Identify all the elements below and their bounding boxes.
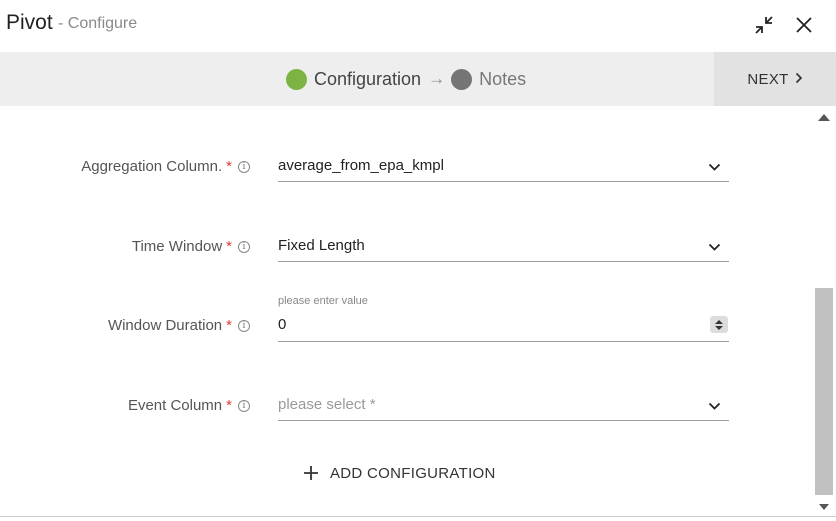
time-window-label: Time Window <box>131 238 223 255</box>
time-window-row: Time Window * i Fixed Length <box>0 216 812 276</box>
aggregation-column-label-group: Aggregation Column. * i <box>81 158 250 175</box>
scroll-down-arrow-icon[interactable] <box>819 504 829 510</box>
step-arrow-icon: → <box>428 69 446 88</box>
window-duration-input[interactable]: please enter value 0 <box>278 292 729 342</box>
add-configuration-button[interactable]: ADD CONFIGURATION <box>302 462 496 484</box>
divider <box>0 516 836 517</box>
time-window-label-group: Time Window * i <box>132 238 250 255</box>
required-marker: * <box>226 158 232 175</box>
title-bar: Pivot - Configure <box>0 0 836 52</box>
scroll-up-arrow-icon[interactable] <box>818 114 830 121</box>
event-column-label-group: Event Column * i <box>128 397 250 414</box>
info-icon[interactable]: i <box>238 399 250 412</box>
collapse-icon[interactable] <box>751 12 777 38</box>
info-icon[interactable]: i <box>238 160 250 173</box>
aggregation-column-label: Aggregation Column. <box>81 158 223 175</box>
close-icon[interactable] <box>791 12 817 38</box>
add-configuration-label: ADD CONFIGURATION <box>330 464 496 482</box>
dialog-subtitle: - Configure <box>58 15 138 32</box>
scrollbar-thumb[interactable] <box>815 288 833 495</box>
stepper-bar: Configuration → Notes NEXT <box>0 52 836 106</box>
dialog-title: Pivot <box>6 11 53 34</box>
next-button[interactable]: NEXT <box>714 52 836 106</box>
vertical-scrollbar[interactable] <box>812 106 836 516</box>
step-notes-label: Notes <box>479 68 527 89</box>
window-duration-row: Window Duration * i please enter value 0 <box>0 295 812 356</box>
stepper: Configuration → Notes <box>286 52 526 106</box>
window-duration-label-group: Window Duration * i <box>108 317 250 334</box>
plus-icon <box>304 466 318 480</box>
info-icon[interactable]: i <box>238 240 250 253</box>
time-window-value: Fixed Length <box>278 237 365 254</box>
info-icon[interactable]: i <box>238 319 250 332</box>
form-content: Aggregation Column. * i average_from_epa… <box>0 106 812 516</box>
required-marker: * <box>226 317 232 334</box>
next-button-label: NEXT <box>747 70 789 88</box>
event-column-row: Event Column * i please select * <box>0 376 812 436</box>
chevron-down-icon <box>708 163 721 171</box>
required-marker: * <box>226 397 232 414</box>
number-stepper-icon[interactable] <box>710 316 728 333</box>
chevron-down-icon <box>708 243 721 251</box>
event-column-placeholder: please select * <box>278 396 376 413</box>
chevron-down-icon <box>708 402 721 410</box>
aggregation-column-value: average_from_epa_kmpl <box>278 157 444 174</box>
event-column-label: Event Column <box>127 397 223 414</box>
step-notes-indicator <box>451 68 473 90</box>
aggregation-column-row: Aggregation Column. * i average_from_epa… <box>0 136 812 196</box>
event-column-select[interactable]: please select * <box>278 387 729 421</box>
window-duration-label: Window Duration <box>107 317 223 334</box>
window-duration-value: 0 <box>278 316 287 333</box>
time-window-select[interactable]: Fixed Length <box>278 228 729 262</box>
step-configuration-label: Configuration <box>314 68 422 89</box>
step-configuration-indicator <box>286 68 307 90</box>
window-duration-hint: please enter value <box>278 295 368 307</box>
aggregation-column-select[interactable]: average_from_epa_kmpl <box>278 148 729 182</box>
required-marker: * <box>226 238 232 255</box>
chevron-right-icon <box>795 71 803 88</box>
